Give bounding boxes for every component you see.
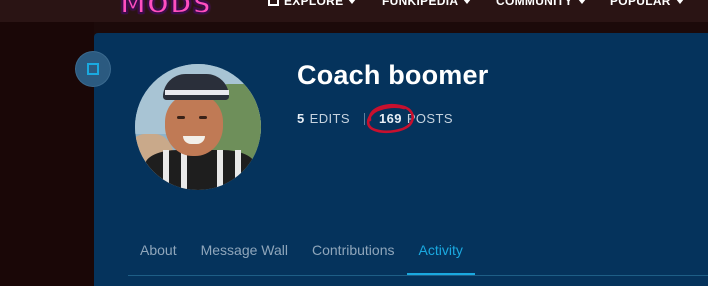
edits-label: EDITS bbox=[309, 111, 350, 126]
tab-about[interactable]: About bbox=[128, 236, 189, 270]
nav-explore-label: EXPLORE bbox=[284, 0, 344, 8]
avatar-cap-band bbox=[165, 90, 229, 95]
avatar-face bbox=[165, 94, 223, 156]
posts-label: POSTS bbox=[406, 111, 453, 126]
posts-stat[interactable]: 169 POSTS bbox=[379, 111, 453, 126]
edits-stat[interactable]: 5 EDITS bbox=[297, 111, 350, 126]
avatar-shirt-stripe bbox=[163, 150, 169, 190]
avatar-eye bbox=[199, 116, 207, 119]
chevron-down-icon bbox=[675, 0, 684, 4]
avatar-cap bbox=[163, 74, 229, 100]
global-header: MODS EXPLORE FUNKIPEDIA COMMUNITY POPULA… bbox=[0, 0, 708, 22]
avatar-eye bbox=[177, 116, 185, 119]
nav-popular[interactable]: POPULAR bbox=[610, 0, 684, 8]
nav-popular-label: POPULAR bbox=[610, 0, 671, 8]
chevron-down-icon bbox=[577, 0, 586, 4]
posts-count: 169 bbox=[378, 111, 402, 126]
chevron-down-icon bbox=[348, 0, 357, 4]
profile-username: Coach boomer bbox=[297, 60, 489, 90]
edits-count: 5 bbox=[297, 111, 305, 126]
chevron-down-icon bbox=[463, 0, 472, 4]
tab-activity[interactable]: Activity bbox=[406, 236, 476, 276]
nav-community[interactable]: COMMUNITY bbox=[496, 0, 586, 8]
expand-icon-corner bbox=[93, 69, 99, 75]
explore-icon bbox=[268, 0, 279, 6]
tab-contributions[interactable]: Contributions bbox=[300, 236, 407, 270]
nav-explore[interactable]: EXPLORE bbox=[268, 0, 357, 8]
avatar-shirt-stripe bbox=[235, 150, 241, 190]
nav-funkipedia-label: FUNKIPEDIA bbox=[382, 0, 459, 8]
avatar-shirt-stripe bbox=[181, 150, 187, 190]
profile-stats: 5 EDITS 169 POSTS bbox=[297, 111, 453, 126]
avatar-shirt-stripe bbox=[217, 150, 223, 190]
expand-button[interactable] bbox=[76, 52, 110, 86]
stats-divider bbox=[363, 112, 365, 125]
avatar[interactable] bbox=[135, 64, 261, 190]
profile-tabs: About Message Wall Contributions Activit… bbox=[128, 236, 476, 276]
nav-community-label: COMMUNITY bbox=[496, 0, 573, 8]
nav-funkipedia[interactable]: FUNKIPEDIA bbox=[382, 0, 472, 8]
tabs-divider bbox=[128, 275, 708, 276]
tab-message-wall[interactable]: Message Wall bbox=[189, 236, 300, 270]
site-logo[interactable]: MODS bbox=[119, 0, 212, 21]
